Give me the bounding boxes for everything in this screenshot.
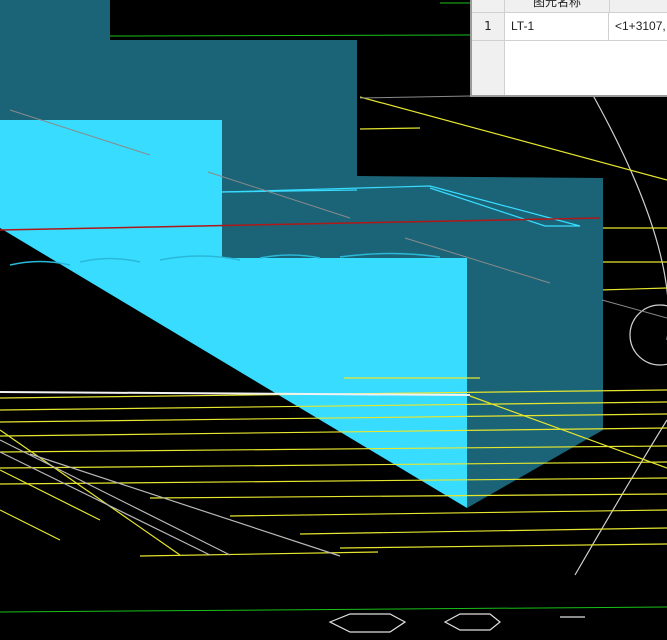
bottom-annotation-shapes <box>328 613 585 633</box>
row-index-filler <box>472 41 505 95</box>
row-index: 1 <box>472 13 505 40</box>
row-element-name[interactable]: LT-1 <box>505 13 609 40</box>
table-row[interactable]: 1 LT-1 <1+3107, <box>472 13 667 41</box>
header-index-column <box>472 0 505 12</box>
header-extra-column <box>610 0 667 12</box>
properties-panel: 图元名称 1 LT-1 <1+3107, <box>470 0 667 97</box>
header-name-column: 图元名称 <box>505 0 610 12</box>
panel-header: 图元名称 <box>472 0 667 13</box>
row-element-position[interactable]: <1+3107, <box>609 13 667 40</box>
